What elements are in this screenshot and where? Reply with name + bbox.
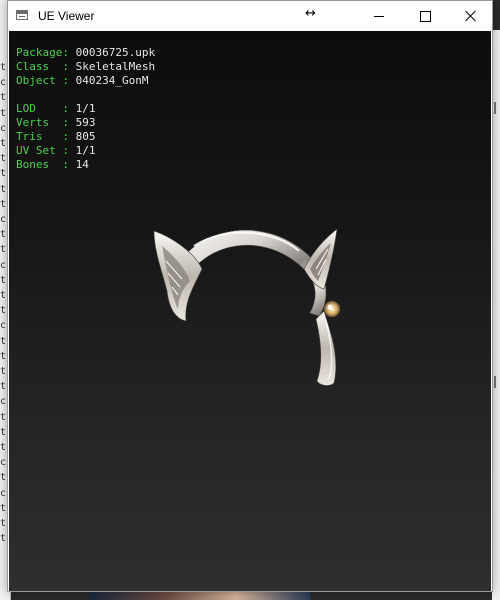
window-title: UE Viewer (38, 9, 95, 23)
info-key: Class : (16, 60, 69, 73)
info-key: LOD : (16, 102, 69, 115)
minimize-button[interactable] (356, 1, 402, 31)
info-row-verts: Verts : 593 (16, 116, 155, 130)
info-key: Tris : (16, 130, 69, 143)
info-key: Object : (16, 74, 69, 87)
info-value: 805 (75, 130, 96, 143)
bell-ornament (323, 300, 341, 318)
info-row-uvset: UV Set : 1/1 (16, 144, 155, 158)
info-row-object: Object : 040234_GonM (16, 74, 155, 88)
info-value: 00036725.upk (75, 46, 156, 59)
mesh-info-overlay: Package: 00036725.upk Class : SkeletalMe… (16, 46, 155, 172)
info-row-lod: LOD : 1/1 (16, 102, 155, 116)
info-value: 1/1 (75, 144, 96, 157)
resize-cursor-icon: ↔ (305, 6, 316, 21)
close-button[interactable] (448, 1, 494, 31)
info-row-package: Package: 00036725.upk (16, 46, 155, 60)
info-row-tris: Tris : 805 (16, 130, 155, 144)
info-key: Package: (16, 46, 69, 59)
app-window-icon[interactable] (16, 10, 28, 20)
info-row-class: Class : SkeletalMesh (16, 60, 155, 74)
info-value: 040234_GonM (75, 74, 149, 87)
skeletal-mesh-render (153, 228, 341, 386)
info-key: UV Set : (16, 144, 69, 157)
info-key: Bones : (16, 158, 69, 171)
minimize-icon (374, 15, 384, 17)
title-bar[interactable]: UE Viewer ↔ (8, 1, 492, 31)
info-value: 593 (75, 116, 96, 129)
background-tick (494, 376, 496, 388)
3d-viewport[interactable]: Package: 00036725.upk Class : SkeletalMe… (9, 31, 491, 591)
info-row-bones: Bones : 14 (16, 158, 155, 172)
info-value: 1/1 (75, 102, 96, 115)
maximize-icon (419, 10, 431, 22)
info-value: 14 (75, 158, 89, 171)
close-icon (465, 10, 477, 22)
background-artwork (90, 592, 310, 600)
info-value: SkeletalMesh (75, 60, 156, 73)
info-key: Verts : (16, 116, 69, 129)
background-tick (494, 102, 496, 114)
ue-viewer-window: UE Viewer ↔ Package: 00036725.upk Class … (7, 0, 493, 592)
background-window-right-edge (492, 30, 500, 600)
maximize-button[interactable] (402, 1, 448, 31)
